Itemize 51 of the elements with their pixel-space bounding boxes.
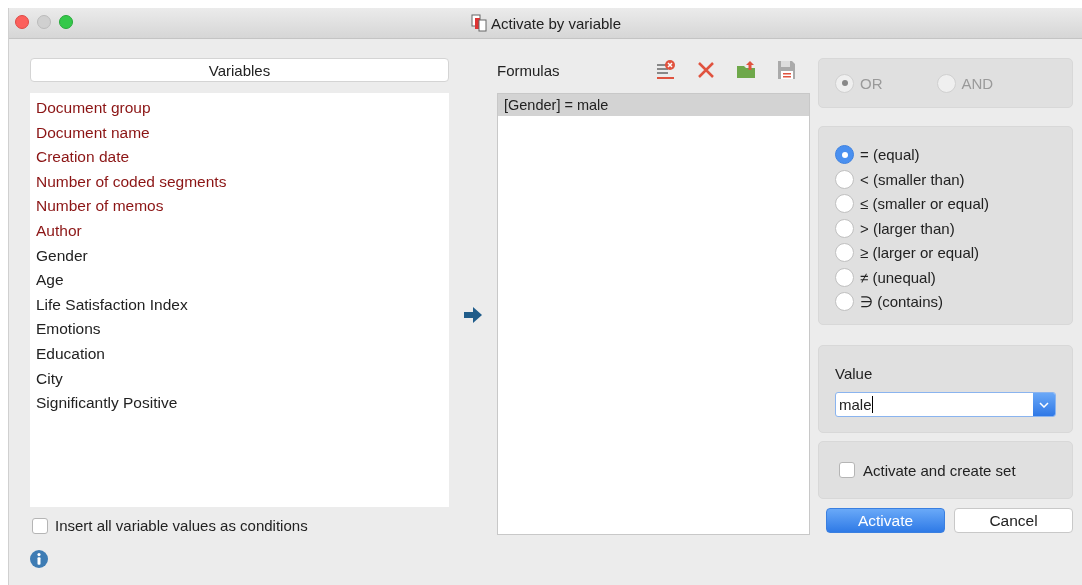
variable-item[interactable]: Significantly Positive (36, 391, 443, 416)
variable-item[interactable]: Life Satisfaction Index (36, 292, 443, 318)
radio-label: OR (860, 74, 883, 92)
radio-button[interactable] (835, 292, 854, 311)
variable-item[interactable]: Emotions (36, 317, 443, 342)
chevron-down-icon (1039, 401, 1049, 408)
radio-button[interactable] (835, 145, 854, 164)
variable-item[interactable]: Author (36, 218, 443, 244)
radio-button[interactable] (835, 267, 854, 287)
folder-icon[interactable] (736, 60, 756, 80)
column-header[interactable]: Variables (30, 58, 449, 82)
variable-item[interactable]: City (36, 366, 443, 392)
radio-button[interactable] (835, 243, 854, 262)
radio-button[interactable] (835, 218, 854, 238)
checkbox[interactable] (32, 517, 48, 534)
info-icon[interactable] (30, 550, 48, 568)
zoom-button[interactable] (59, 15, 73, 29)
variable-item[interactable]: Document name (36, 120, 443, 146)
radio-label: = (equal) (860, 146, 920, 163)
radio-label: ∋ (contains) (860, 292, 944, 311)
value-label: Value (835, 365, 874, 382)
save-icon[interactable] (776, 60, 796, 80)
variable-item[interactable]: Number of memos (36, 194, 443, 219)
formulas-label: Formulas (497, 61, 561, 79)
variable-item[interactable]: Education (36, 341, 443, 367)
checkbox-label: Activate and create set (863, 461, 1016, 479)
formula-item[interactable]: [Gender] = male (498, 94, 809, 116)
right-arrow-icon[interactable] (464, 306, 482, 323)
radio-label: ≠ (unequal) (860, 268, 936, 286)
minimize-button[interactable] (37, 15, 51, 29)
radio-label: > (larger than) (860, 219, 955, 237)
checkbox-label: Insert all variable values as conditions (55, 517, 308, 534)
radio-button[interactable] (835, 169, 854, 189)
variable-item[interactable]: Document group (36, 96, 443, 121)
checkbox[interactable] (839, 462, 855, 478)
variable-item[interactable]: Creation date (36, 145, 443, 170)
variable-item[interactable]: Number of coded segments (36, 169, 443, 195)
variable-item[interactable]: Gender (36, 243, 443, 269)
close-button[interactable] (15, 15, 29, 29)
radio-label: ≥ (larger or equal) (860, 244, 980, 261)
documents-icon (469, 14, 488, 32)
delete-icon[interactable] (696, 60, 716, 80)
clear-list-icon[interactable] (656, 60, 676, 80)
window-title: Activate by variable (490, 14, 622, 32)
radio-label: ≤ (smaller or equal) (860, 195, 990, 212)
value-combo-box[interactable]: male (835, 392, 1056, 417)
cancel-button[interactable]: Cancel (954, 508, 1073, 533)
radio-button[interactable] (835, 194, 854, 213)
radio-label: AND (961, 74, 994, 92)
radio-label: < (smaller than) (860, 170, 965, 188)
variable-item[interactable]: Age (36, 268, 443, 293)
